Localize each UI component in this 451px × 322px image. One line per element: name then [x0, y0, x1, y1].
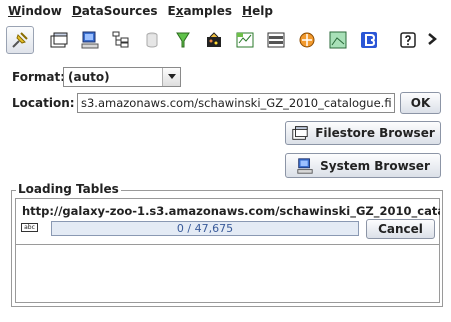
loading-tables-title: Loading Tables — [16, 182, 121, 196]
cancel-button[interactable]: Cancel — [366, 219, 435, 239]
help-icon[interactable] — [394, 26, 422, 54]
divider — [16, 244, 439, 245]
format-label: Format: — [12, 70, 66, 84]
menu-help[interactable]: Help — [242, 4, 273, 18]
ok-button[interactable]: OK — [400, 92, 441, 114]
menu-bar: Window DataSources Examples Help — [0, 0, 451, 22]
filestore-icon[interactable] — [45, 26, 73, 54]
chevron-down-icon[interactable] — [162, 68, 180, 86]
menu-datasources[interactable]: DataSources — [72, 4, 158, 18]
more-icon[interactable] — [425, 29, 441, 52]
location-label: Location: — [12, 96, 75, 110]
system-browser-icon — [296, 157, 314, 175]
filestore-icon — [291, 124, 309, 142]
browser-b-icon[interactable] — [355, 26, 383, 54]
loading-url: http://galaxy-zoo-1.s3.amazonaws.com/sch… — [22, 204, 440, 218]
menu-examples[interactable]: Examples — [167, 4, 232, 18]
toolbar — [6, 24, 451, 56]
system-browser-label: System Browser — [320, 158, 430, 173]
database-icon[interactable] — [138, 26, 166, 54]
archive-icon[interactable] — [200, 26, 228, 54]
tree-icon[interactable] — [107, 26, 135, 54]
pin-icon[interactable] — [6, 26, 34, 54]
loading-list: http://galaxy-zoo-1.s3.amazonaws.com/sch… — [15, 198, 440, 303]
sql-icon[interactable] — [262, 26, 290, 54]
progress-bar: 0 / 47,675 — [51, 221, 359, 236]
vo-icon[interactable] — [293, 26, 321, 54]
system-browser-button[interactable]: System Browser — [285, 153, 441, 178]
menu-window[interactable]: Window — [8, 4, 62, 18]
text-format-icon: abc — [21, 223, 38, 232]
system-browser-icon[interactable] — [76, 26, 104, 54]
sky-icon[interactable] — [324, 26, 352, 54]
progress-text: 0 / 47,675 — [176, 222, 234, 235]
filestore-browser-button[interactable]: Filestore Browser — [285, 121, 441, 145]
format-select[interactable]: (auto) — [63, 67, 181, 87]
chart-icon[interactable] — [231, 26, 259, 54]
filestore-browser-label: Filestore Browser — [315, 126, 435, 140]
location-input[interactable] — [77, 93, 395, 113]
format-value: (auto) — [68, 70, 110, 84]
filter-icon[interactable] — [169, 26, 197, 54]
